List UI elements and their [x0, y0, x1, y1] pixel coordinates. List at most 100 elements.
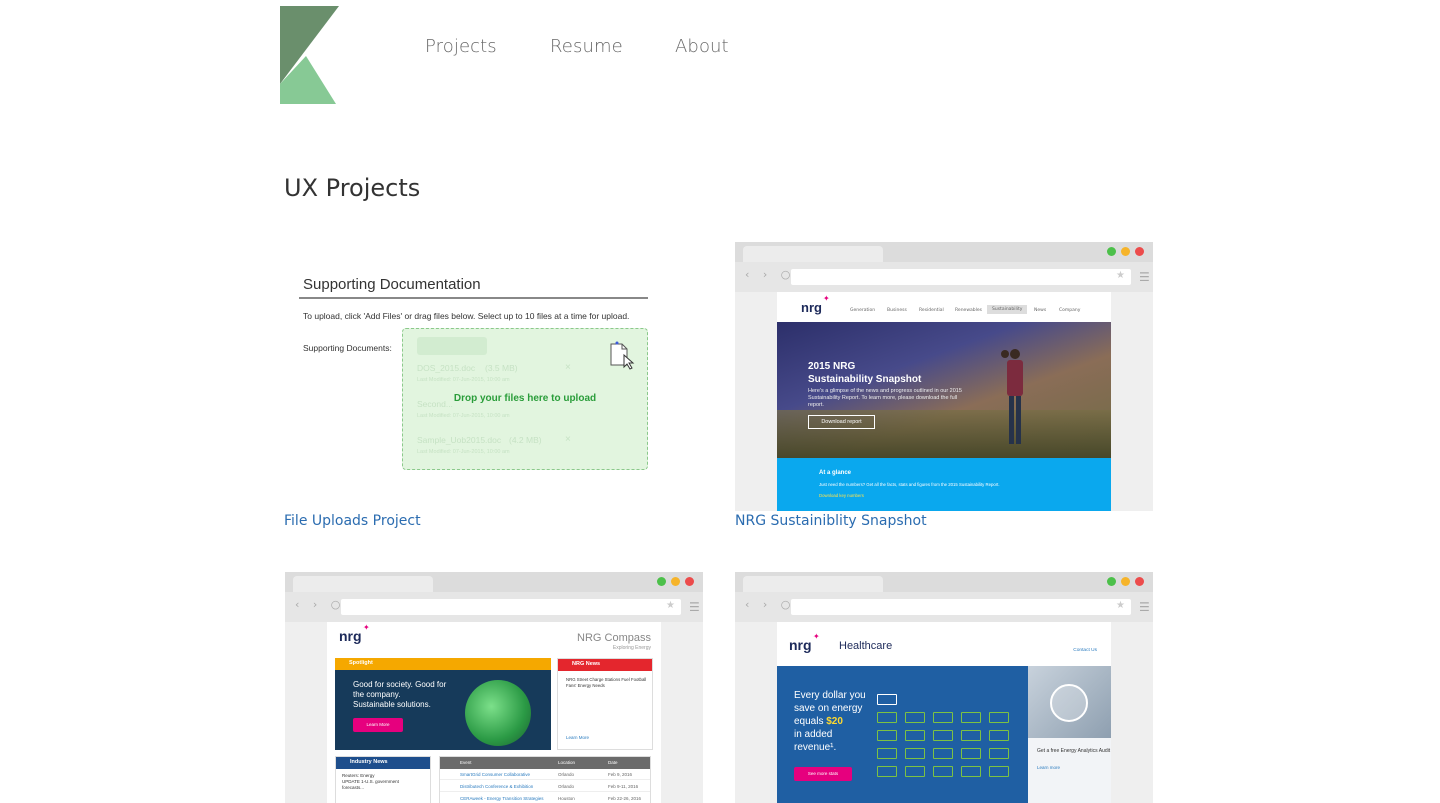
window-minimize-icon [1121, 577, 1130, 586]
browser-menu-icon: ☰ [689, 600, 700, 614]
window-maximize-icon [1107, 247, 1116, 256]
dollar-bill-icon [905, 712, 925, 723]
spotlight-bar: Spotlight [335, 658, 551, 670]
hero-title: 2015 NRG Sustainability Snapshot [808, 360, 921, 386]
glance-title: At a glance [819, 470, 852, 476]
hero-line: revenue¹. [794, 742, 837, 753]
browser-nav-icons: ‹ › ○ [745, 598, 796, 611]
industry-news-bar: Industry News [336, 757, 430, 769]
browser-url-bar [791, 269, 1131, 285]
dollar-bill-icon [933, 748, 953, 759]
doc-title: Supporting Documentation [303, 276, 481, 293]
download-report-button: Download report [808, 415, 875, 429]
events-row: SmartGrid Consumer Collaborative Orlando… [440, 769, 650, 780]
browser-nav-icons: ‹ › ○ [745, 268, 796, 281]
nrg-spark-icon: ✦ [823, 294, 830, 303]
spotlight-learn-more-button: Learn More [353, 718, 403, 732]
page-title: UX Projects [284, 174, 421, 202]
event-date: Feb 9, 2016 [608, 772, 633, 777]
mini-nav-item: Renewables [955, 308, 982, 313]
file-name: DOS_2015.doc [417, 363, 476, 373]
nav-resume[interactable]: Resume [550, 36, 623, 57]
nav-projects[interactable]: Projects [425, 36, 497, 57]
file-meta: Last Modified: 07-Jun-2015, 10:00 am [417, 377, 510, 383]
file-uploads-thumbnail[interactable]: Supporting Documentation To upload, clic… [284, 242, 702, 512]
browser-url-bar [791, 599, 1131, 615]
nrg-healthcare-thumbnail[interactable]: ‹ › ○ ★ ☰ nrg ✦ Healthcare Contact Us Ev… [735, 572, 1153, 803]
event-name: Distributech Conference & Exhibition [460, 784, 534, 789]
see-more-stats-button: See more stats [794, 767, 852, 781]
event-date: Feb 22-26, 2016 [608, 796, 642, 801]
hero-line-prefix: equals [794, 716, 824, 727]
nrg-logo: nrg [339, 628, 362, 644]
dollar-bill-icon [961, 712, 981, 723]
window-minimize-icon [671, 577, 680, 586]
nrg-news-panel: NRG News NRG Street Charge Stations Fuel… [557, 658, 653, 750]
dollar-bill-icon [961, 748, 981, 759]
dollar-bill-icon [989, 712, 1009, 723]
compass-subtitle: Exploring Energy [612, 645, 651, 651]
nrg-site-header: nrg ✦ Generation Business Residential Re… [777, 292, 1111, 322]
nrg-sustainability-link[interactable]: NRG Sustainiblity Snapshot [735, 513, 927, 529]
audit-text: Get a free Energy Analytics Audit [1037, 748, 1111, 754]
event-location: Houston [558, 796, 575, 801]
industry-news-label: Industry News [350, 759, 388, 765]
bookmark-star-icon: ★ [1116, 270, 1125, 281]
browser-tab-bar [735, 572, 1153, 592]
event-name: SmartGrid Consumer Collaborative [460, 772, 531, 777]
file-uploads-link[interactable]: File Uploads Project [284, 513, 421, 529]
hero-line: save on energy [794, 703, 863, 714]
mini-nav-item: Company [1059, 308, 1081, 313]
news-text: NRG Street Charge Stations Fuel Football… [566, 677, 647, 688]
file-name: Sample_Uob2015.doc [417, 435, 502, 445]
event-date: Feb 9-11, 2016 [608, 784, 639, 789]
audit-learn-more: Learn more [1037, 765, 1061, 770]
events-col-event: Event [460, 760, 472, 765]
events-table: Event Location Date SmartGrid Consumer C… [439, 756, 651, 803]
dollar-bill-icon [933, 730, 953, 741]
browser-tab [743, 576, 883, 592]
dollar-bill-icon [933, 766, 953, 777]
hero-line: in added [794, 729, 833, 740]
events-row: Distributech Conference & Exhibition Orl… [440, 781, 650, 792]
dollar-bill-icon [877, 712, 897, 723]
browser-url-bar [341, 599, 681, 615]
browser-menu-icon: ☰ [1139, 270, 1150, 284]
video-thumbnail [1028, 666, 1111, 738]
dollar-bill-icon [961, 730, 981, 741]
news-learn-more: Learn More [566, 735, 590, 740]
nrg-compass-thumbnail[interactable]: ‹ › ○ ★ ☰ nrg ✦ NRG Compass Exploring En… [285, 572, 703, 803]
spotlight-line: the company. [353, 690, 401, 699]
file-size: (4.2 MB) [509, 435, 542, 445]
events-col-date: Date [608, 760, 618, 765]
hero-description: Here's a glimpse of the news and progres… [808, 388, 962, 408]
browser-tab [743, 246, 883, 262]
contact-link: Contact Us [1073, 648, 1097, 653]
window-close-icon [1135, 577, 1144, 586]
dollar-bills-graphic [877, 694, 1009, 778]
nrg-sustainability-thumbnail[interactable]: ‹ › ○ ★ ☰ nrg ✦ Generation Business Resi… [735, 242, 1153, 511]
industry-news-line: forecasts... [342, 785, 365, 790]
mini-nav-item: Residential [919, 308, 944, 313]
site-logo[interactable] [280, 6, 340, 104]
nav-about[interactable]: About [675, 36, 729, 57]
hero-person-illustration [1001, 349, 1023, 444]
file-size: (3.5 MB) [485, 363, 518, 373]
browser-tab-bar [285, 572, 703, 592]
drop-zone: DOS_2015.doc (3.5 MB) Last Modified: 07-… [402, 328, 648, 470]
dollar-bill-icon [905, 766, 925, 777]
browser-chrome: ‹ › ○ ★ ☰ [285, 572, 703, 622]
nrg-logo: nrg [789, 637, 812, 653]
audit-panel: Get a free Energy Analytics Audit Learn … [1028, 738, 1111, 803]
doc-divider [299, 297, 648, 299]
hero-line: equals $20 [794, 715, 866, 728]
event-location: Orlando [558, 784, 575, 789]
glance-description: Just need the numbers? Get all the facts… [819, 482, 1000, 487]
mini-nav-item: Business [887, 308, 907, 313]
hero-title-line: 2015 NRG [808, 361, 856, 372]
mini-nav-item: Generation [850, 308, 876, 313]
nrg-logo: nrg [801, 300, 822, 315]
globe-illustration [465, 680, 531, 746]
healthcare-hero: Every dollar you save on energy equals $… [777, 666, 1028, 803]
dollar-bill-icon [905, 748, 925, 759]
